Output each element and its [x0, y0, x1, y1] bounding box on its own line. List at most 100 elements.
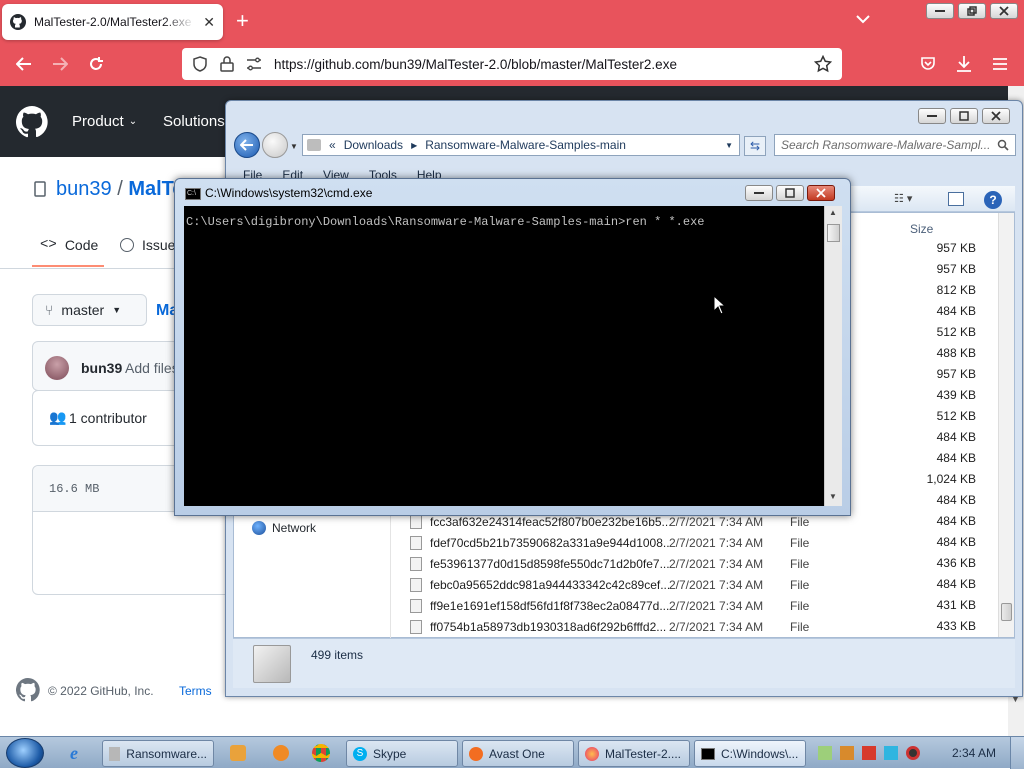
- tracking-shield-icon[interactable]: [192, 56, 208, 72]
- cmd-scroll-up-icon[interactable]: ▲: [829, 208, 837, 217]
- file-size-cell: 484 KB: [936, 577, 976, 591]
- explorer-back-button[interactable]: [234, 132, 260, 158]
- ie-icon[interactable]: e: [70, 743, 78, 764]
- people-icon: 👥: [49, 409, 67, 425]
- file-type: File: [790, 598, 810, 613]
- preview-pane-icon[interactable]: [948, 192, 964, 206]
- lock-icon[interactable]: [220, 56, 234, 72]
- explorer-maximize-button[interactable]: [950, 108, 978, 124]
- file-size-cell: 439 KB: [936, 388, 976, 402]
- firefox-icon: [585, 746, 599, 761]
- file-row[interactable]: fe53961377d0d15d8598fe550dc71d2b0fe7... 2…: [410, 553, 1000, 574]
- media-player-icon[interactable]: [230, 745, 246, 761]
- downloads-icon[interactable]: [956, 55, 972, 73]
- avatar[interactable]: [45, 356, 69, 380]
- explorer-close-button[interactable]: [982, 108, 1010, 124]
- file-icon: [410, 535, 422, 550]
- permissions-icon[interactable]: [246, 57, 262, 71]
- back-arrow-icon[interactable]: [16, 57, 32, 71]
- help-icon[interactable]: ?: [984, 191, 1002, 209]
- close-button[interactable]: [990, 3, 1018, 19]
- tray-display-icon[interactable]: [884, 746, 898, 760]
- scroll-thumb[interactable]: [1001, 603, 1012, 621]
- taskbar-avast-item[interactable]: Avast One: [462, 740, 574, 767]
- file-row[interactable]: ff9e1e1691ef158df56fd1f8f738ec2a08477d..…: [410, 595, 1000, 616]
- file-row[interactable]: fdef70cd5b21b73590682a331a9e944d1008... 2…: [410, 532, 1000, 553]
- network-icon: [252, 521, 266, 535]
- explorer-minimize-button[interactable]: [918, 108, 946, 124]
- show-desktop-button[interactable]: [1010, 737, 1024, 769]
- repo-icon: [34, 181, 46, 197]
- tray-network-icon[interactable]: [818, 746, 832, 760]
- branch-selector[interactable]: ⑂ master ▼: [32, 294, 147, 326]
- bookmark-star-icon[interactable]: [814, 55, 832, 73]
- tab-code[interactable]: <> Code: [40, 237, 98, 253]
- url-bar[interactable]: https://github.com/bun39/MalTester-2.0/b…: [182, 48, 842, 80]
- explorer-address-bar[interactable]: « Downloads ▶ Ransomware-Malware-Samples…: [302, 134, 740, 156]
- new-tab-button[interactable]: +: [236, 10, 249, 32]
- nav-network[interactable]: Network: [252, 521, 316, 535]
- address-dropdown-icon[interactable]: ▼: [725, 141, 733, 150]
- github-footer-logo-icon[interactable]: [16, 678, 40, 702]
- taskbar-skype-item[interactable]: S Skype: [346, 740, 458, 767]
- app-icon[interactable]: [273, 745, 289, 761]
- refresh-icon[interactable]: ⇆: [744, 136, 766, 156]
- cmd-scroll-down-icon[interactable]: ▼: [829, 492, 837, 501]
- cmd-scroll-thumb[interactable]: [827, 224, 840, 242]
- file-date: 2/7/2021 7:34 AM: [669, 514, 764, 529]
- explorer-scrollbar[interactable]: [998, 213, 1014, 637]
- pocket-icon[interactable]: [920, 56, 936, 72]
- tray-app-icon[interactable]: [840, 746, 854, 760]
- crumb-downloads[interactable]: Downloads: [344, 138, 403, 152]
- chrome-icon[interactable]: [312, 744, 330, 762]
- github-logo-icon[interactable]: [16, 106, 48, 138]
- file-row[interactable]: ff0754b1a58973db1930318ad6f292b6fffd2...…: [410, 616, 1000, 637]
- explorer-forward-button[interactable]: [262, 132, 288, 158]
- tab-list-chevron-icon[interactable]: [856, 14, 870, 24]
- taskbar-firefox-item[interactable]: MalTester-2....: [578, 740, 690, 767]
- minimize-button[interactable]: [926, 3, 954, 19]
- column-header-size[interactable]: Size: [910, 222, 933, 236]
- taskbar-cmd-item[interactable]: C:\Windows\...: [694, 740, 806, 767]
- file-size-cell: 484 KB: [936, 451, 976, 465]
- menu-hamburger-icon[interactable]: [992, 57, 1008, 71]
- view-options-icon[interactable]: ☷ ▾: [894, 192, 912, 205]
- file-size-cell: 957 KB: [936, 262, 976, 276]
- cmd-maximize-button[interactable]: [776, 185, 804, 201]
- explorer-search-input[interactable]: Search Ransomware-Malware-Sampl...: [774, 134, 1016, 156]
- cmd-scrollbar[interactable]: ▲ ▼: [824, 206, 842, 506]
- reload-icon[interactable]: [88, 56, 104, 72]
- tray-flag-icon[interactable]: [862, 746, 876, 760]
- file-row[interactable]: febc0a95652ddc981a944433342c42c89cef... 2…: [410, 574, 1000, 595]
- start-button[interactable]: [6, 738, 44, 768]
- folder-icon: [307, 139, 321, 151]
- tray-icons: [818, 746, 920, 760]
- file-icon: [410, 598, 422, 613]
- tab-close-icon[interactable]: ✕: [203, 14, 215, 31]
- contributors-text[interactable]: 1 contributor: [69, 410, 147, 426]
- footer-terms-link[interactable]: Terms: [179, 684, 212, 698]
- active-tab-indicator: [32, 265, 104, 267]
- cmd-console-output[interactable]: C:\Users\digibrony\Downloads\Ransomware-…: [184, 206, 824, 506]
- browser-tab[interactable]: MalTester-2.0/MalTester2.exe at master ·…: [2, 4, 223, 40]
- forward-arrow-icon[interactable]: [52, 57, 68, 71]
- recent-pages-chevron-icon[interactable]: ▼: [290, 142, 298, 151]
- cmd-close-button[interactable]: [807, 185, 835, 201]
- repo-owner-link[interactable]: bun39: [56, 178, 112, 200]
- tray-record-icon[interactable]: [906, 746, 920, 760]
- crumb-current-folder[interactable]: Ransomware-Malware-Samples-main: [425, 138, 626, 152]
- commit-author[interactable]: bun39: [81, 360, 122, 376]
- file-date: 2/7/2021 7:34 AM: [669, 577, 764, 592]
- taskbar-explorer-item[interactable]: Ransomware...: [102, 740, 214, 767]
- file-type: File: [790, 556, 810, 571]
- windows-taskbar: e Ransomware... S Skype Avast One MalTest…: [0, 736, 1024, 769]
- branch-icon: ⑂: [45, 302, 54, 318]
- folder-large-icon: [253, 645, 291, 683]
- restore-button[interactable]: [958, 3, 986, 19]
- nav-product[interactable]: Product ⌄: [72, 113, 137, 130]
- cmd-minimize-button[interactable]: [745, 185, 773, 201]
- mouse-cursor-icon: [713, 295, 726, 315]
- file-icon: [410, 577, 422, 592]
- nav-solutions[interactable]: Solutions: [163, 113, 225, 130]
- taskbar-clock[interactable]: 2:34 AM: [952, 746, 996, 760]
